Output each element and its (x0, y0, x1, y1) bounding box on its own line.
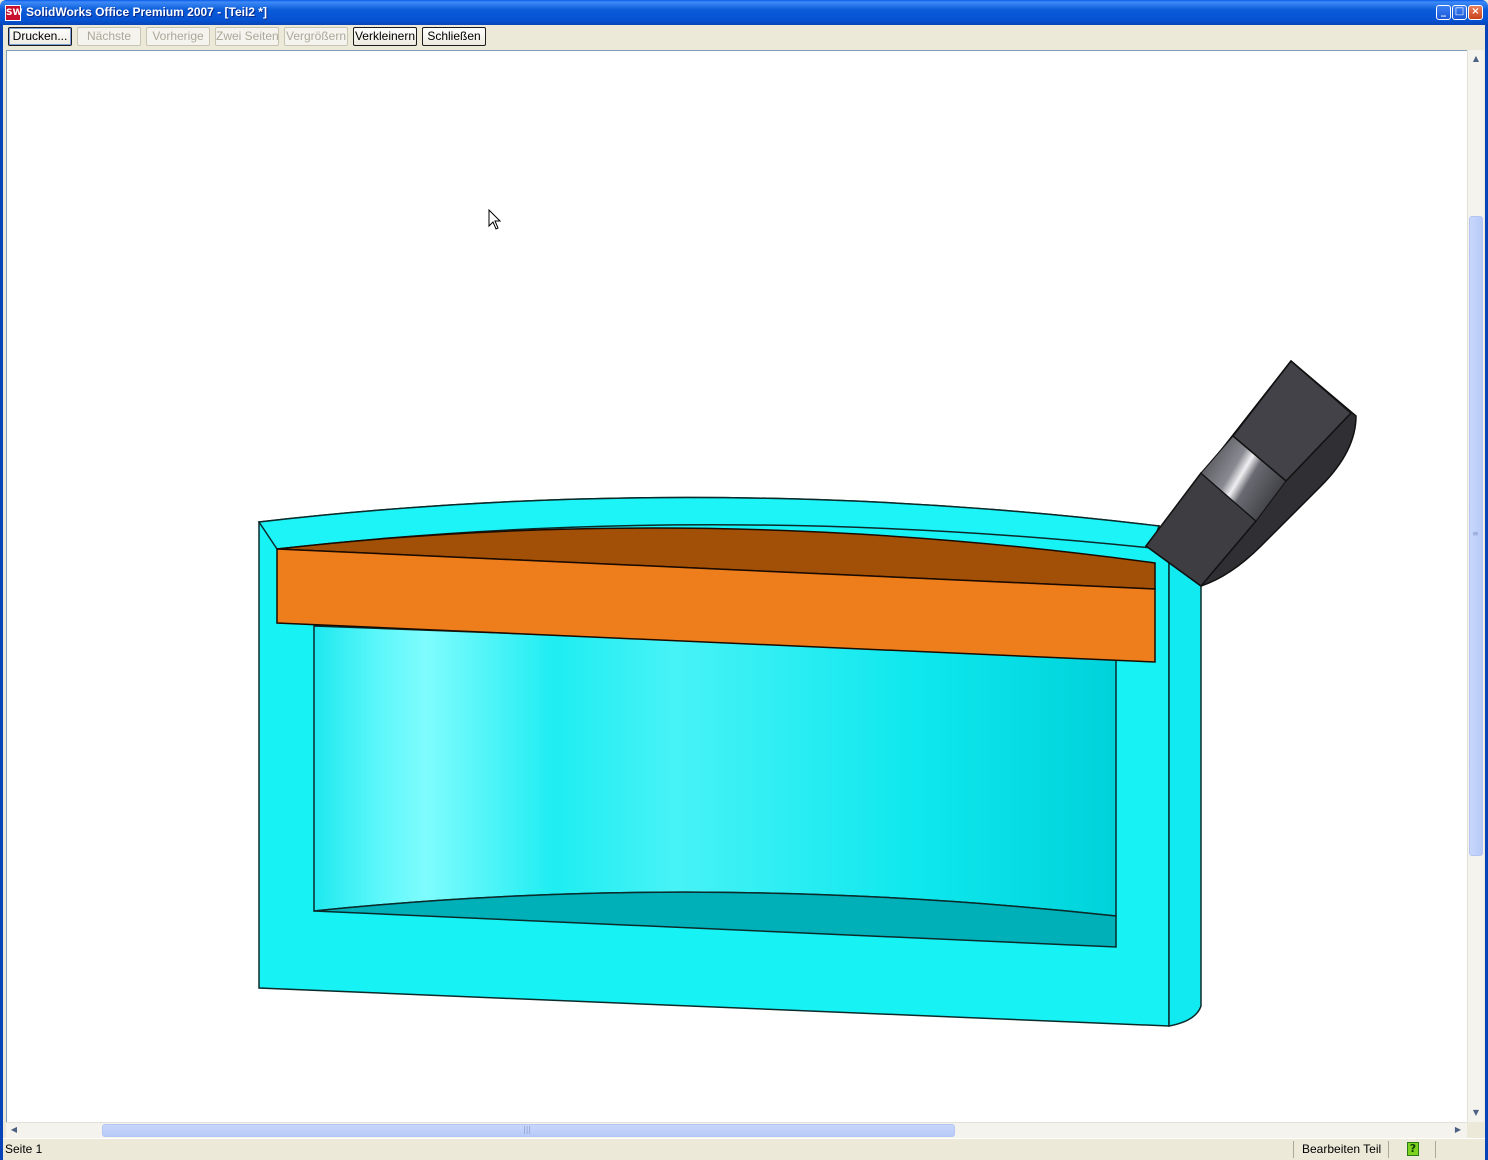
print-preview-canvas[interactable] (6, 50, 1468, 1122)
status-bar: Seite 1 Bearbeiten Teil ? (3, 1138, 1485, 1160)
scroll-right-icon[interactable]: ▶ (1451, 1123, 1465, 1137)
help-question-icon[interactable]: ? (1407, 1142, 1419, 1156)
horizontal-scroll-thumb[interactable]: ||| (102, 1124, 955, 1137)
grip-icon: ||| (523, 1125, 532, 1134)
title-bar[interactable]: SW SolidWorks Office Premium 2007 - [Tei… (0, 0, 1488, 25)
zoom-out-button[interactable]: Verkleinern (353, 27, 417, 46)
status-divider (1435, 1141, 1436, 1158)
scroll-left-icon[interactable]: ◀ (7, 1123, 21, 1137)
print-preview-toolbar: Drucken... Nächste Vorherige Zwei Seiten… (0, 25, 1488, 49)
status-page: Seite 1 (5, 1142, 43, 1156)
status-mode: Bearbeiten Teil (1302, 1142, 1382, 1156)
maximize-icon[interactable]: □ (1452, 5, 1467, 20)
window-frame-left (0, 49, 3, 1160)
vertical-scroll-thumb[interactable]: ≡ (1469, 216, 1483, 856)
print-button[interactable]: Drucken... (8, 27, 72, 46)
scroll-down-icon[interactable]: ▼ (1469, 1106, 1483, 1120)
minimize-icon[interactable]: _ (1436, 5, 1451, 20)
grip-icon: ≡ (1472, 529, 1479, 538)
vertical-scrollbar[interactable]: ▲ ≡ ▼ (1467, 50, 1484, 1122)
status-divider (1293, 1141, 1294, 1158)
two-pages-button[interactable]: Zwei Seiten (215, 27, 279, 46)
inner-cavity-wall (313, 625, 1117, 917)
next-page-button[interactable]: Nächste (77, 27, 141, 46)
horizontal-scrollbar[interactable]: ◀ ||| ▶ (6, 1122, 1467, 1138)
previous-page-button[interactable]: Vorherige (146, 27, 210, 46)
close-icon[interactable]: × (1468, 5, 1483, 20)
clamp-handle (1144, 359, 1357, 588)
close-preview-button[interactable]: Schließen (422, 27, 486, 46)
mouse-pointer-icon (488, 209, 502, 230)
scroll-up-icon[interactable]: ▲ (1469, 52, 1483, 66)
model-section-view (257, 359, 1357, 1027)
window-title: SolidWorks Office Premium 2007 - [Teil2 … (26, 5, 267, 19)
status-divider (1388, 1141, 1389, 1158)
zoom-in-button[interactable]: Vergrößern (284, 27, 348, 46)
solidworks-logo-icon[interactable]: SW (5, 5, 22, 21)
